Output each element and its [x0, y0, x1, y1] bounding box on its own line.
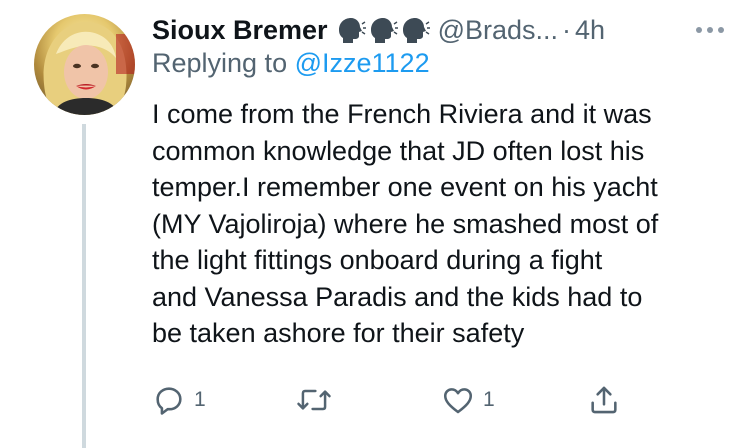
speaking-head-icon	[338, 18, 366, 43]
tweet-header: Sioux Bremer @Brads... · 4h	[152, 10, 742, 50]
share-icon	[591, 386, 617, 414]
reply-mention-link[interactable]: @Izze1122	[295, 48, 430, 78]
avatar[interactable]	[34, 14, 135, 115]
timestamp[interactable]: 4h	[575, 15, 605, 46]
reply-icon	[156, 387, 182, 415]
display-name[interactable]: Sioux Bremer	[152, 15, 328, 46]
tweet-text-line: be taken ashore for their safety	[152, 318, 525, 348]
retweet-button[interactable]	[296, 378, 340, 422]
share-button[interactable]	[587, 378, 621, 422]
tweet-text-line: the light fittings onboard during a figh…	[152, 245, 603, 275]
replying-to: Replying to @Izze1122	[152, 48, 430, 79]
more-icon[interactable]	[690, 16, 730, 44]
reply-button[interactable]: 1	[152, 378, 206, 422]
replying-to-label: Replying to	[152, 48, 295, 78]
speaking-head-icon	[402, 18, 430, 43]
tweet-text: I come from the French Riviera and it wa…	[152, 96, 742, 352]
tweet-text-line: and Vanessa Paradis and the kids had to	[152, 281, 643, 312]
retweet-icon	[297, 389, 331, 411]
tweet-text-line: temper.I remember one event on his yacht	[152, 172, 658, 202]
like-count: 1	[483, 388, 495, 411]
action-bar: 1 1	[0, 378, 750, 422]
reply-count: 1	[194, 388, 206, 411]
tweet-text-line: common knowledge that JD often lost his	[152, 135, 645, 166]
heart-icon	[443, 388, 473, 414]
tweet: Sioux Bremer @Brads... · 4h Replying to	[0, 0, 750, 448]
separator-dot: ·	[562, 14, 572, 45]
like-button[interactable]: 1	[441, 378, 495, 422]
user-handle[interactable]: @Brads...	[438, 15, 558, 46]
tweet-text-line: I come from the French Riviera and it wa…	[152, 99, 652, 129]
speaking-head-icon	[370, 18, 398, 43]
tweet-text-line: (MY Vajoliroja) where he smashed most of	[152, 208, 659, 239]
name-emojis	[336, 16, 430, 44]
